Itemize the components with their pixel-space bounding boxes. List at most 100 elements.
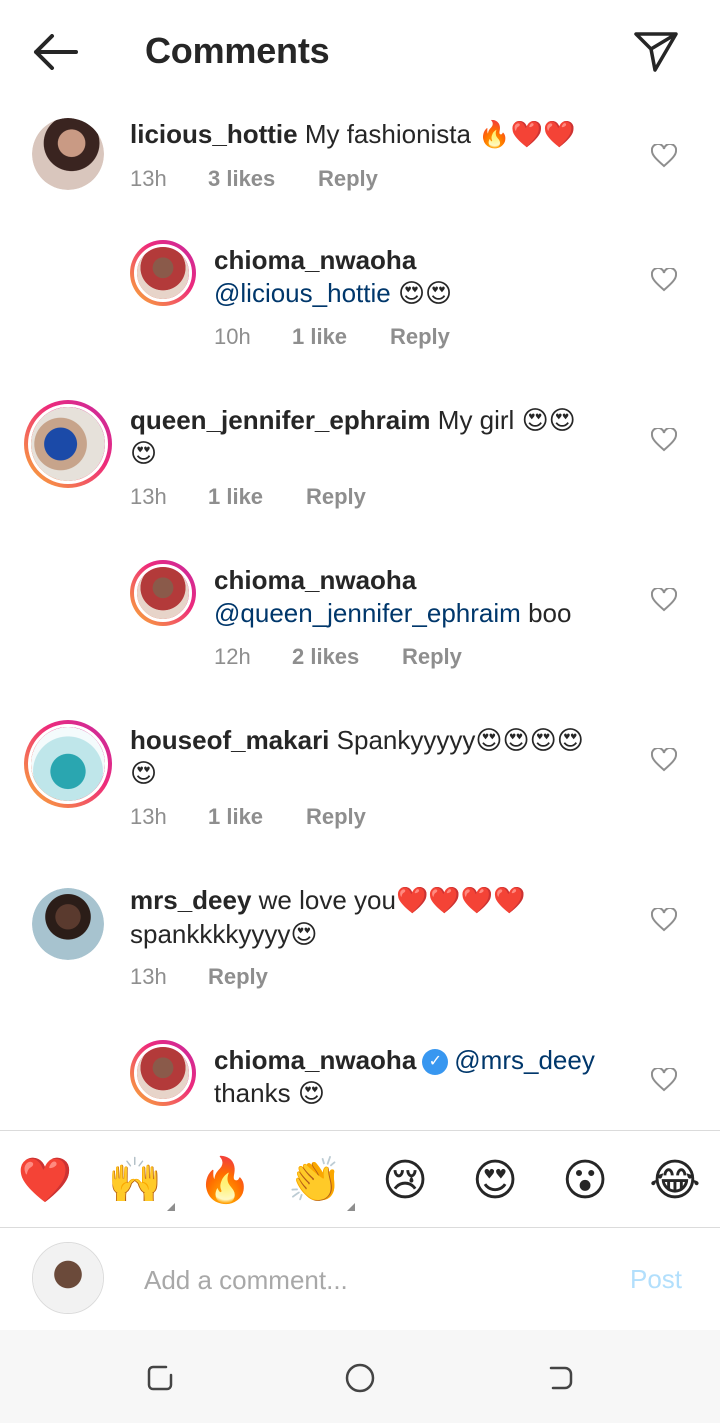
heart-icon[interactable] xyxy=(648,1064,680,1096)
comment-item: houseof_makari Spankyyyyy😍😍😍😍 😍 13h 1 li… xyxy=(0,720,720,860)
crying-face-emoji-button[interactable]: 😢 xyxy=(375,1151,435,1211)
comment-composer: Post xyxy=(0,1228,720,1330)
comment-body: we love you xyxy=(258,885,396,915)
emoji-quick-bar: ❤️ 🙌 🔥 👏 😢 😍 😮 😂 xyxy=(0,1130,720,1228)
clapping-hands-emoji: 👏 xyxy=(287,1155,343,1206)
comment-text: chioma_nwaoha @licious_hottie 😍😍 xyxy=(214,244,634,311)
back-arrow-icon[interactable] xyxy=(28,28,84,76)
avatar[interactable] xyxy=(32,888,104,960)
page-title: Comments xyxy=(145,30,330,71)
avatar[interactable] xyxy=(130,1040,196,1106)
username[interactable]: queen_jennifer_ephraim xyxy=(130,405,431,435)
comment-body: thanks xyxy=(214,1078,291,1108)
username[interactable]: licious_hottie xyxy=(130,119,298,149)
comment-emoji: 😍 xyxy=(297,1079,325,1109)
timestamp: 13h xyxy=(130,166,167,191)
heart-icon[interactable] xyxy=(648,140,680,172)
timestamp: 13h xyxy=(130,484,167,509)
timestamp: 12h xyxy=(214,644,251,669)
reply-button[interactable]: Reply xyxy=(390,324,450,350)
username[interactable]: chioma_nwaoha xyxy=(214,245,416,275)
reply-button[interactable]: Reply xyxy=(306,804,366,830)
comment-emoji: 🔥❤️❤️ xyxy=(478,120,576,150)
likes-count[interactable]: 1 like xyxy=(292,324,390,350)
reply-button[interactable]: Reply xyxy=(402,644,462,670)
likes-count[interactable]: 2 likes xyxy=(292,644,402,670)
send-icon[interactable] xyxy=(628,24,684,80)
comment-body: Spankyyyyy xyxy=(336,725,476,755)
comment-item: licious_hottie My fashionista 🔥❤️❤️ 13h … xyxy=(0,118,720,258)
username[interactable]: chioma_nwaoha xyxy=(214,565,416,595)
surprised-face-emoji-button[interactable]: 😮 xyxy=(555,1151,615,1211)
post-button[interactable]: Post xyxy=(630,1264,682,1295)
comment-item: chioma_nwaoha @licious_hottie 😍😍 10h 1 l… xyxy=(0,240,720,380)
comment-item: chioma_nwaoha @queen_jennifer_ephraim bo… xyxy=(0,560,720,700)
comment-emoji: 😍 xyxy=(130,759,158,789)
comment-body: My fashionista xyxy=(304,119,471,149)
reply-button[interactable]: Reply xyxy=(208,964,268,990)
username[interactable]: houseof_makari xyxy=(130,725,329,755)
comment-text: houseof_makari Spankyyyyy😍😍😍😍 😍 xyxy=(130,724,620,791)
comment-body: boo xyxy=(528,598,572,628)
timestamp: 10h xyxy=(214,324,251,349)
verified-badge-icon: ✓ xyxy=(422,1049,449,1076)
clapping-hands-emoji-button[interactable]: 👏 xyxy=(285,1151,355,1211)
comment-meta: 13h 3 likes Reply xyxy=(130,166,378,192)
heart-icon[interactable] xyxy=(648,584,680,616)
back-nav-icon[interactable] xyxy=(540,1358,580,1398)
recent-apps-icon[interactable] xyxy=(140,1358,180,1398)
avatar[interactable] xyxy=(32,118,104,190)
avatar[interactable] xyxy=(24,720,112,808)
heart-eyes-emoji-button[interactable]: 😍 xyxy=(465,1151,525,1211)
comment-emoji: 😍😍 xyxy=(397,279,453,309)
mention-link[interactable]: @mrs_deey xyxy=(454,1045,595,1075)
raising-hands-emoji-button[interactable]: 🙌 xyxy=(105,1151,175,1211)
system-navigation-bar xyxy=(0,1330,720,1423)
comment-emoji: 😍 xyxy=(130,439,158,469)
reply-button[interactable]: Reply xyxy=(306,484,366,510)
skin-tone-indicator-icon xyxy=(167,1203,175,1211)
comment-text: queen_jennifer_ephraim My girl 😍😍 😍 xyxy=(130,404,620,471)
heart-icon[interactable] xyxy=(648,264,680,296)
likes-count[interactable]: 1 like xyxy=(208,804,306,830)
fire-emoji-button[interactable]: 🔥 xyxy=(195,1151,255,1211)
avatar[interactable] xyxy=(24,400,112,488)
comment-item: queen_jennifer_ephraim My girl 😍😍 😍 13h … xyxy=(0,400,720,540)
likes-count[interactable]: 1 like xyxy=(208,484,306,510)
comment-emoji: 😍😍😍😍 xyxy=(475,726,584,756)
comment-item: chioma_nwaoha ✓ @mrs_deey thanks 😍 xyxy=(0,1040,720,1130)
comment-meta: 10h 1 like Reply xyxy=(214,324,450,350)
heart-icon[interactable] xyxy=(648,424,680,456)
avatar[interactable] xyxy=(130,240,196,306)
reply-button[interactable]: Reply xyxy=(318,166,378,192)
comment-body: My girl xyxy=(437,405,515,435)
comment-body: spankkkkyyyy xyxy=(130,919,291,949)
timestamp: 13h xyxy=(130,804,167,829)
comment-text: chioma_nwaoha @queen_jennifer_ephraim bo… xyxy=(214,564,634,630)
comment-emoji: 😍😍 xyxy=(521,406,576,436)
comment-input[interactable] xyxy=(144,1258,604,1302)
mention-link[interactable]: @queen_jennifer_ephraim xyxy=(214,598,521,628)
heart-icon[interactable] xyxy=(648,904,680,936)
red-heart-emoji-button[interactable]: ❤️ xyxy=(15,1151,75,1211)
comment-meta: 12h 2 likes Reply xyxy=(214,644,462,670)
raising-hands-emoji: 🙌 xyxy=(107,1155,163,1206)
comments-list[interactable]: licious_hottie My fashionista 🔥❤️❤️ 13h … xyxy=(0,104,720,1130)
home-icon[interactable] xyxy=(340,1358,380,1398)
comment-meta: 13h 1 like Reply xyxy=(130,804,366,830)
current-user-avatar xyxy=(32,1242,104,1314)
comment-item: mrs_deey we love you❤️❤️❤️❤️ spankkkkyyy… xyxy=(0,880,720,1020)
tears-of-joy-emoji-button[interactable]: 😂 xyxy=(645,1151,705,1211)
avatar[interactable] xyxy=(130,560,196,626)
mention-link[interactable]: @licious_hottie xyxy=(214,278,391,308)
username[interactable]: chioma_nwaoha xyxy=(214,1045,416,1075)
comment-text: chioma_nwaoha ✓ @mrs_deey thanks 😍 xyxy=(214,1044,634,1111)
comment-emoji: 😍 xyxy=(290,920,318,950)
skin-tone-indicator-icon xyxy=(347,1203,355,1211)
username[interactable]: mrs_deey xyxy=(130,885,251,915)
heart-icon[interactable] xyxy=(648,744,680,776)
header: Comments xyxy=(0,0,720,104)
comment-meta: 13h 1 like Reply xyxy=(130,484,366,510)
likes-count[interactable]: 3 likes xyxy=(208,166,318,192)
comment-meta: 13h Reply xyxy=(130,964,268,990)
